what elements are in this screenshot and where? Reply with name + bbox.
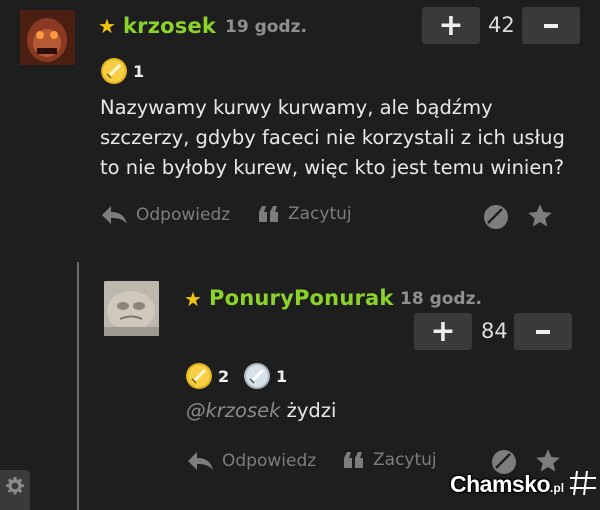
watermark-brand: Chamsko [450, 471, 551, 497]
quote-icon [259, 206, 278, 222]
gold-sword-badge-icon [186, 363, 212, 389]
hash-grid-icon [570, 470, 597, 496]
star-icon: ★ [184, 287, 202, 311]
reply-arrow-icon [102, 206, 127, 224]
silver-badge[interactable]: 1 [242, 361, 287, 391]
username-krzosek[interactable]: krzosek [123, 14, 216, 38]
silver-sword-badge-icon [244, 363, 270, 389]
vote-score: 84 [481, 319, 508, 343]
quote-button[interactable]: Zacytuj [258, 204, 352, 224]
report-icon[interactable] [482, 203, 510, 231]
reply-label: Odpowiedz [222, 451, 317, 471]
minus-icon [544, 23, 558, 28]
watermark-suffix: .pl [550, 481, 565, 495]
comment-text: żydzi [286, 399, 337, 422]
gold-sword-badge-icon [101, 58, 127, 84]
star-icon: ★ [98, 14, 116, 38]
quote-label: Zacytuj [288, 204, 352, 224]
comment-time: 19 godz. [225, 17, 307, 37]
gold-badge[interactable]: 2 [184, 361, 229, 391]
mention-link[interactable]: @krzosek [186, 399, 280, 422]
minus-icon [536, 329, 550, 334]
upvote-button[interactable]: + [422, 7, 480, 44]
gold-badge[interactable]: 1 [99, 56, 144, 86]
thread-line [77, 262, 79, 510]
avatar-krzosek[interactable] [20, 10, 75, 65]
gear-icon [6, 476, 24, 495]
vote-score: 42 [488, 13, 515, 37]
watermark-logo: Chamsko .pl [450, 468, 598, 498]
settings-button[interactable] [0, 470, 30, 510]
comment-time: 18 godz. [400, 289, 482, 309]
quote-label: Zacytuj [373, 450, 437, 470]
username-ponuryponurak[interactable]: PonuryPonurak [209, 286, 394, 310]
quote-icon [344, 452, 363, 468]
reply-label: Odpowiedz [136, 205, 231, 225]
reply-button[interactable]: Odpowiedz [100, 204, 230, 226]
avatar-ponuryponurak[interactable] [104, 281, 159, 336]
quote-button[interactable]: Zacytuj [343, 450, 437, 470]
comment-body: @krzosek żydzi [186, 396, 566, 426]
reply-arrow-icon [188, 452, 213, 470]
upvote-button[interactable]: + [414, 313, 472, 350]
favorite-star-icon[interactable] [526, 202, 554, 230]
downvote-button[interactable] [514, 313, 572, 350]
comment-body: Nazywamy kurwy kurwamy, ale bądźmy szcze… [100, 96, 565, 179]
reply-button[interactable]: Odpowiedz [186, 450, 316, 472]
downvote-button[interactable] [522, 7, 580, 44]
